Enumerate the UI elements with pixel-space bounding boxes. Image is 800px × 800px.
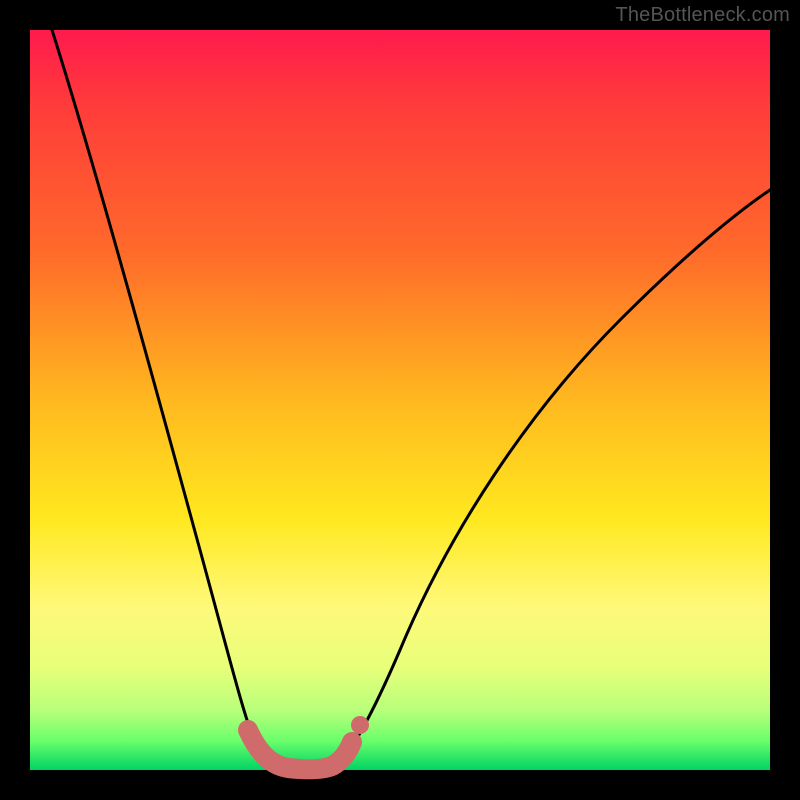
attribution-text: TheBottleneck.com xyxy=(615,4,790,27)
highlight-band xyxy=(248,730,352,769)
bottleneck-curve xyxy=(52,30,770,770)
highlight-dot xyxy=(351,716,369,734)
chart-svg xyxy=(30,30,770,770)
chart-frame: TheBottleneck.com xyxy=(0,0,800,800)
